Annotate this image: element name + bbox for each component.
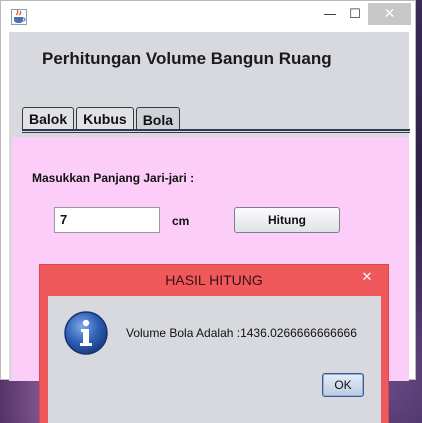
- dialog-close-button[interactable]: ✕: [352, 267, 382, 287]
- tab-balok[interactable]: Balok: [22, 107, 75, 130]
- close-button[interactable]: ✕: [368, 3, 411, 25]
- dialog-message: Volume Bola Adalah :1436.0266666666666: [126, 326, 357, 340]
- minimize-icon: —: [323, 6, 337, 22]
- tab-bar: Balok Kubus Bola: [22, 107, 182, 131]
- java-cup-icon: [11, 9, 27, 25]
- window-titlebar[interactable]: — ☐ ✕: [1, 1, 415, 32]
- ok-button[interactable]: OK: [322, 373, 364, 397]
- page-title: Perhitungan Volume Bangun Ruang: [42, 49, 332, 68]
- info-icon: [64, 311, 108, 355]
- dialog-title[interactable]: HASIL HITUNG: [40, 265, 388, 295]
- unit-label: cm: [172, 214, 190, 228]
- close-icon: ✕: [383, 6, 396, 22]
- maximize-button[interactable]: ☐: [340, 3, 370, 25]
- tab-bola[interactable]: Bola: [135, 107, 181, 131]
- dialog-body: Volume Bola Adalah :1436.0266666666666 O…: [48, 296, 381, 423]
- radius-prompt-label: Masukkan Panjang Jari-jari :: [32, 171, 195, 185]
- maximize-icon: ☐: [349, 6, 361, 22]
- radius-input[interactable]: 7: [54, 207, 160, 233]
- tab-divider: [22, 129, 410, 133]
- tab-kubus[interactable]: Kubus: [76, 107, 134, 130]
- result-dialog: HASIL HITUNG ✕ Volume Bola Adalah :1436.…: [39, 264, 389, 423]
- hitung-button[interactable]: Hitung: [234, 207, 340, 233]
- close-icon: ✕: [361, 269, 373, 285]
